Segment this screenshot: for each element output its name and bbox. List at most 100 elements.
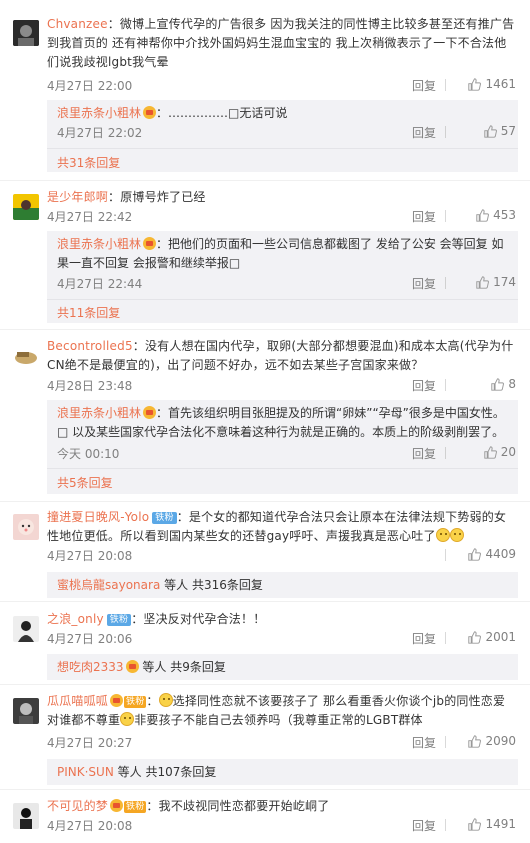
like-button[interactable]: 20 <box>484 445 516 459</box>
reply-username[interactable]: 浪里赤条小粗林 <box>57 106 141 120</box>
like-button[interactable]: 1461 <box>468 77 516 91</box>
like-button[interactable]: 57 <box>484 124 516 138</box>
avatar[interactable] <box>13 698 39 724</box>
avatar[interactable] <box>13 20 39 46</box>
reply-button[interactable]: 回复 <box>412 817 436 834</box>
reply-username[interactable]: 浪里赤条小粗林 <box>57 237 141 251</box>
more-replies-link[interactable]: PINK·SUN 等人 共107条回复 <box>57 763 216 780</box>
comment-feed: Chvanzee：微博上宣传代孕的广告很多 因为我关注的同性博主比较多甚至还有推… <box>0 0 530 843</box>
thumbs-up-icon <box>476 208 490 222</box>
comment-meta: 4月27日 22:00 回复 1461 <box>47 77 516 93</box>
comment-meta: 4月27日 20:06 回复 2001 <box>47 630 516 646</box>
reply-button[interactable]: 回复 <box>412 630 436 647</box>
thumbs-up-icon <box>491 377 505 391</box>
like-button[interactable]: 8 <box>491 377 516 391</box>
comment-item: Chvanzee：微博上宣传代孕的广告很多 因为我关注的同性博主比较多甚至还有推… <box>0 0 530 181</box>
username[interactable]: 撞进夏日晚风-Yolo <box>47 510 149 524</box>
vip-badge-icon <box>143 237 157 250</box>
more-replies-link[interactable]: 共5条回复 <box>57 474 113 491</box>
reply-button[interactable]: 回复 <box>412 377 436 394</box>
thumbs-up-icon <box>468 630 482 644</box>
username[interactable]: 不可见的梦 <box>47 799 108 813</box>
reply-button[interactable]: 回复 <box>412 77 436 94</box>
comment-body: Chvanzee：微博上宣传代孕的广告很多 因为我关注的同性博主比较多甚至还有推… <box>47 15 518 72</box>
divider <box>47 299 518 300</box>
divider <box>445 126 446 138</box>
reply-meta: 4月27日 22:44 回复 174 <box>57 275 516 291</box>
emoji-icon <box>120 712 135 726</box>
reply-count: 等人 共9条回复 <box>142 660 226 674</box>
reply-button[interactable]: 回复 <box>412 445 436 462</box>
comment-item: 撞进夏日晚风-Yolo 铁粉 ：是个女的都知道代孕合法只会让原本在法律法规下势弱的女… <box>0 502 530 602</box>
reply-button[interactable]: 回复 <box>412 208 436 225</box>
reply-box: PINK·SUN 等人 共107条回复 <box>47 759 518 785</box>
timestamp: 4月27日 20:08 <box>47 549 133 563</box>
like-count: 2001 <box>485 630 516 644</box>
divider <box>445 632 446 644</box>
more-replies-link[interactable]: 蜜桃烏龍sayonara 等人 共316条回复 <box>57 576 263 593</box>
username[interactable]: Becontrolled5 <box>47 339 133 353</box>
username[interactable]: 是少年郎啊 <box>47 190 108 204</box>
vip-badge-icon <box>143 406 157 419</box>
avatar[interactable] <box>13 803 39 829</box>
comment-item: 瓜瓜喵呱呱 铁粉：选择同性恋就不该要孩子了 那么看重香火你谈个jb的同性恋爱 对谁… <box>0 685 530 785</box>
comment-body: 不可见的梦 铁粉 ：我不歧视同性恋都要开始屹峒了 <box>47 797 518 816</box>
timestamp: 4月28日 23:48 <box>47 379 133 393</box>
reply-button[interactable]: 回复 <box>412 734 436 751</box>
reply-body: 浪里赤条小粗林 ：首先该组织明目张胆提及的所谓“卵妹”“孕母”很多是中国女性。□ … <box>57 404 508 442</box>
like-button[interactable]: 453 <box>476 208 516 222</box>
like-button[interactable]: 174 <box>476 275 516 289</box>
comment-text: ：坚决反对代孕合法！！ <box>131 612 266 626</box>
vip-badge-icon <box>110 694 124 707</box>
divider <box>47 148 518 149</box>
reply-username[interactable]: 浪里赤条小粗林 <box>57 406 141 420</box>
more-replies-link[interactable]: 想吃肉2333 等人 共9条回复 <box>57 658 226 675</box>
thumbs-up-icon <box>468 547 482 561</box>
comment-meta: 4月27日 22:42 回复 453 <box>47 208 516 224</box>
vip-badge-icon <box>110 799 124 812</box>
username[interactable]: 之浪_only <box>47 612 104 626</box>
divider <box>445 819 446 831</box>
fan-badge: 铁粉 <box>152 512 177 524</box>
comment-text: ：原博号炸了已经 <box>108 190 206 204</box>
like-button[interactable]: 2001 <box>468 630 516 644</box>
comment-body: 瓜瓜喵呱呱 铁粉：选择同性恋就不该要孩子了 那么看重香火你谈个jb的同性恋爱 对谁… <box>47 692 518 730</box>
timestamp: 今天 00:10 <box>57 447 120 461</box>
like-button[interactable]: 2090 <box>468 734 516 748</box>
emoji-icon <box>158 693 173 707</box>
comment-meta: 4月27日 20:27 回复 2090 <box>47 734 516 750</box>
username[interactable]: Chvanzee <box>47 17 108 31</box>
avatar[interactable] <box>13 343 39 369</box>
like-count: 453 <box>493 208 516 222</box>
like-count: 2090 <box>485 734 516 748</box>
like-count: 4409 <box>485 547 516 561</box>
timestamp: 4月27日 22:42 <box>47 210 133 224</box>
like-button[interactable]: 1491 <box>468 817 516 831</box>
avatar[interactable] <box>13 194 39 220</box>
comment-item: 之浪_only 铁粉 ：坚决反对代孕合法！！ 4月27日 20:06 回复 2001… <box>0 603 530 685</box>
like-count: 174 <box>493 275 516 289</box>
reply-button[interactable]: 回复 <box>412 124 436 141</box>
like-count: 1461 <box>485 77 516 91</box>
username[interactable]: 瓜瓜喵呱呱 <box>47 694 108 708</box>
reply-meta: 今天 00:10 回复 20 <box>57 445 516 461</box>
thumbs-up-icon <box>476 275 490 289</box>
more-replies-link[interactable]: 共31条回复 <box>57 154 120 171</box>
reply-username[interactable]: PINK·SUN <box>57 765 114 779</box>
like-button[interactable]: 4409 <box>468 547 516 561</box>
comment-item: 不可见的梦 铁粉 ：我不歧视同性恋都要开始屹峒了 4月27日 20:08 回复 14… <box>0 790 530 843</box>
comment-meta: 4月27日 20:08 回复 1491 <box>47 817 516 833</box>
reply-body: 浪里赤条小粗林 ：把他们的页面和一些公司信息都截图了 发给了公安 会等回复 如果一… <box>57 235 508 273</box>
reply-count: 等人 共316条回复 <box>164 578 263 592</box>
reply-username[interactable]: 蜜桃烏龍sayonara <box>57 578 160 592</box>
fan-badge: 铁粉 <box>124 696 147 708</box>
divider <box>445 379 446 391</box>
reply-username[interactable]: 想吃肉2333 <box>57 660 124 674</box>
divider <box>445 736 446 748</box>
avatar[interactable] <box>13 616 39 642</box>
more-replies-link[interactable]: 共11条回复 <box>57 304 120 321</box>
comment-text: ：我不歧视同性恋都要开始屹峒了 <box>146 799 330 813</box>
reply-button[interactable]: 回复 <box>412 275 436 292</box>
divider <box>445 549 446 561</box>
avatar[interactable] <box>13 514 39 540</box>
